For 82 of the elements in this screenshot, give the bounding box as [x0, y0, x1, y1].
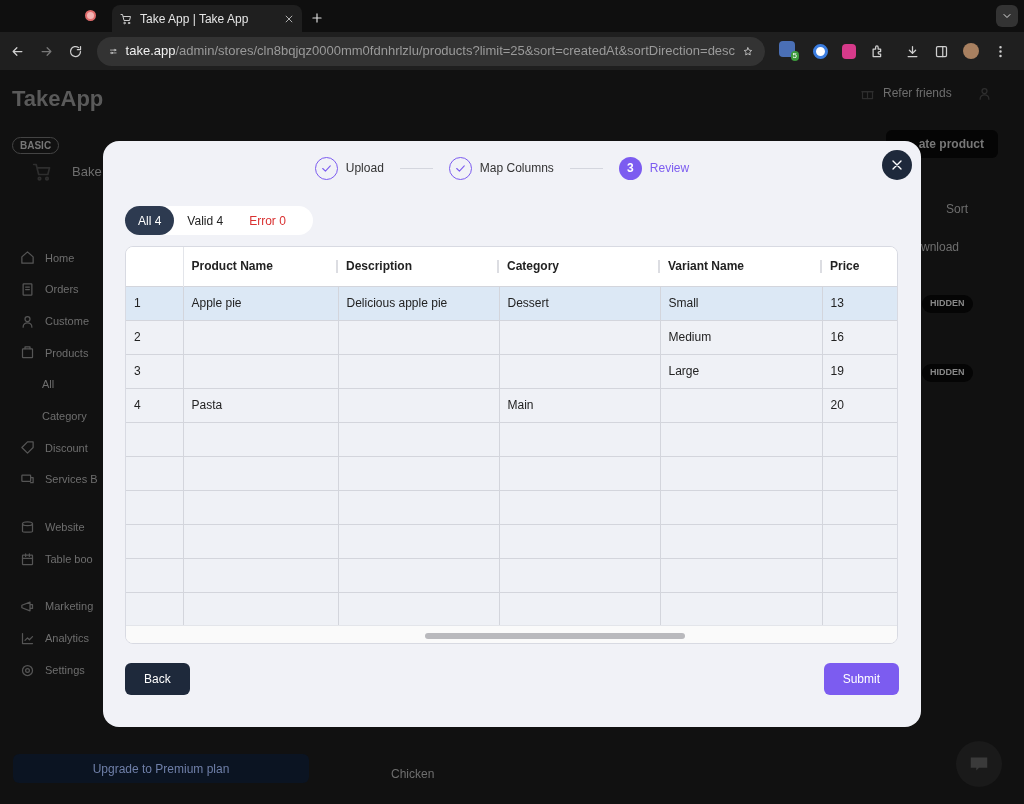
row-number: 4	[134, 398, 141, 412]
nav-item[interactable]: Products	[45, 344, 89, 362]
table-cell: Dessert	[507, 296, 549, 310]
row-number: 2	[134, 330, 141, 344]
nav-item[interactable]: All	[42, 376, 55, 393]
logo: TakeApp	[12, 85, 104, 113]
upgrade-button[interactable]: Upgrade to Premium plan	[13, 754, 309, 783]
step-label: Review	[649, 160, 690, 177]
nav-item[interactable]: Orders	[45, 281, 79, 298]
row-number: 3	[134, 364, 141, 378]
nav-item[interactable]: Analytics	[45, 630, 90, 647]
filter-tab[interactable]: Error 0	[236, 206, 299, 235]
recording-icon	[85, 10, 96, 21]
table-cell: 16	[830, 330, 844, 344]
column-header[interactable]: Price	[830, 259, 860, 274]
url-text: take.app/admin/stores/cln8bqjqz0000mm0fdnhrlzlu/products?limit=25&sort=createdAt&sortDirection=desc	[125, 42, 736, 61]
filter-tab[interactable]: Valid 4	[174, 206, 237, 235]
status-badge: HIDDEN	[922, 364, 973, 382]
nav-item[interactable]: Category	[42, 408, 87, 425]
nav-item[interactable]: Custome	[45, 312, 90, 330]
refer-friends-link[interactable]: Refer friends	[883, 84, 952, 102]
user-icon	[977, 86, 992, 101]
column-header[interactable]: Category	[507, 259, 559, 274]
table-icon	[20, 551, 35, 567]
table-cell: 20	[830, 398, 844, 412]
avatar-icon[interactable]	[963, 43, 979, 59]
column-header[interactable]: Product Name	[191, 259, 273, 274]
tab-title: Take App | Take App	[140, 10, 250, 28]
orders-icon	[20, 282, 35, 298]
table-cell: Apple pie	[191, 296, 242, 310]
extension-icon[interactable]	[842, 43, 856, 59]
table-cell: 19	[830, 364, 844, 378]
step-label: Map Columns	[479, 160, 554, 177]
store-name: Bake	[72, 163, 102, 182]
status-badge: HIDDEN	[922, 295, 973, 313]
nav-item[interactable]: Home	[45, 249, 75, 267]
download-icon[interactable]	[905, 43, 920, 59]
back-button[interactable]: Back	[125, 663, 190, 695]
discounts-icon	[20, 440, 35, 456]
nav-item[interactable]: Marketing	[45, 598, 94, 615]
table-cell: Large	[668, 364, 700, 378]
website-icon	[20, 519, 35, 535]
home-icon	[20, 250, 35, 266]
table-cell: Delicious apple pie	[346, 296, 448, 310]
column-header[interactable]: Description	[346, 259, 412, 274]
step-label: Upload	[345, 160, 384, 177]
address-bar[interactable]: take.app/admin/stores/cln8bqjqz0000mm0fdnhrlzlu/products?limit=25&sort=createdAt&sortDirection=desc	[97, 36, 765, 66]
password-manager-icon[interactable]	[813, 43, 828, 59]
nav-item[interactable]: Table boo	[45, 550, 93, 568]
scrollbar-thumb[interactable]	[425, 633, 685, 639]
table-cell: Main	[507, 398, 534, 412]
table-cell: Small	[668, 296, 699, 310]
sort-button[interactable]: Sort	[946, 200, 968, 218]
table-cell: Medium	[668, 330, 712, 344]
filter-tab[interactable]: All 4	[125, 206, 175, 235]
settings-icon	[20, 662, 35, 678]
sidebar-icon[interactable]	[934, 43, 949, 59]
analytics-icon	[20, 630, 35, 646]
submit-button[interactable]: Submit	[823, 663, 899, 695]
browser-tab[interactable]: Take App | Take App	[112, 5, 302, 32]
cart-icon	[32, 162, 52, 182]
tab-list-button[interactable]	[996, 5, 1018, 27]
badge-count: 5	[790, 51, 799, 61]
close-button[interactable]	[882, 150, 912, 180]
close-icon[interactable]	[284, 13, 294, 24]
table-cell: Pasta	[191, 398, 223, 412]
nav-item[interactable]: Discount	[45, 439, 88, 457]
table-cell: 13	[830, 296, 844, 310]
column-header[interactable]: Variant Name	[668, 259, 745, 274]
nav-item[interactable]: Settings	[45, 661, 85, 679]
nav-item[interactable]: Website	[45, 519, 85, 536]
cart-icon	[120, 12, 132, 25]
step-number: 3	[618, 156, 642, 180]
row-number: 1	[134, 296, 141, 310]
products-icon	[20, 345, 35, 361]
product-name: Chicken	[391, 766, 435, 783]
reload-icon[interactable]	[68, 43, 83, 59]
extension-icon[interactable]	[779, 41, 795, 57]
nav-item[interactable]: Services B	[45, 471, 98, 488]
plus-icon[interactable]	[310, 11, 324, 25]
download-link[interactable]: wnload	[921, 238, 960, 256]
customers-icon	[20, 313, 35, 329]
